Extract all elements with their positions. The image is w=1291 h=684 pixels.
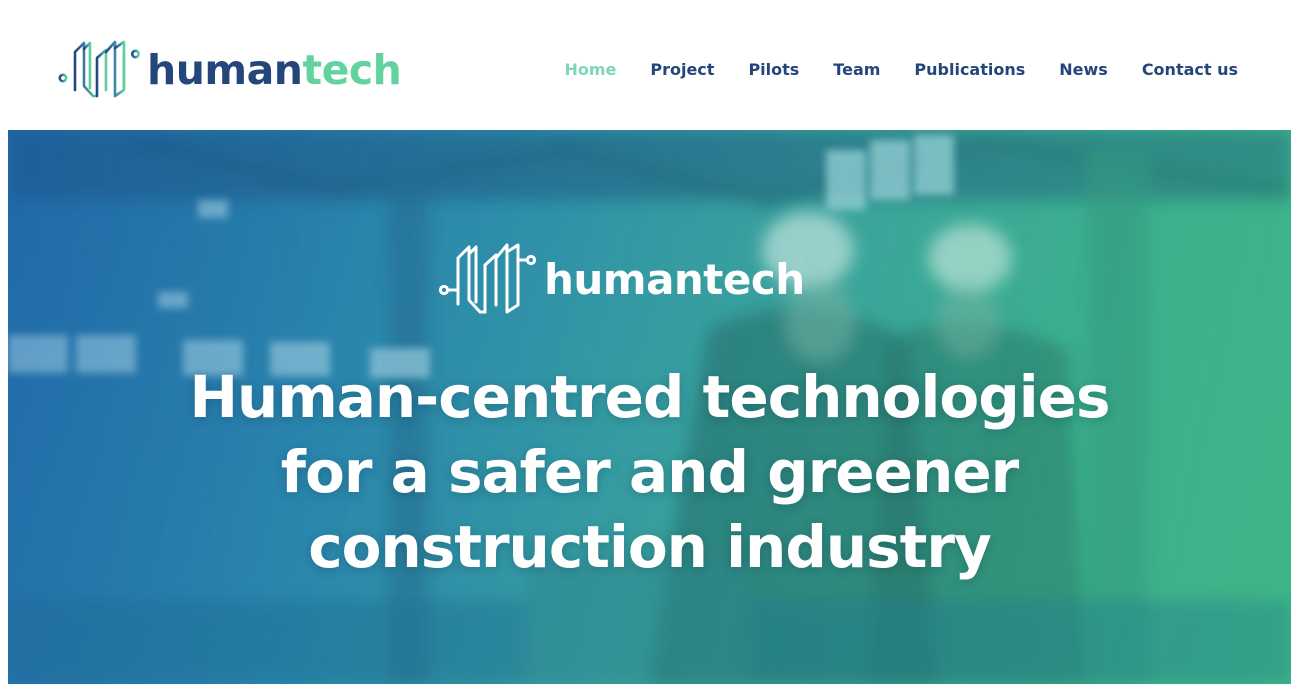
nav-item-home[interactable]: Home [564, 58, 616, 82]
hero-headline: Human-centred technologies for a safer a… [8, 360, 1291, 585]
humantech-circuit-logo-icon [58, 40, 141, 98]
brand-wordmark-part-2: tech [302, 45, 402, 94]
humantech-circuit-logo-icon [438, 243, 537, 314]
hero-logo: humantech [438, 240, 805, 320]
site-header: humantech Home Project Pilots Team Publi… [0, 0, 1291, 130]
hero-logo-wordmark: humantech [544, 255, 805, 304]
hero-headline-line-1: Human-centred technologies [189, 363, 1110, 431]
nav-item-news[interactable]: News [1059, 58, 1108, 82]
brand-wordmark-part-1: human [147, 45, 303, 94]
nav-item-team[interactable]: Team [833, 58, 880, 82]
nav-item-contact-us[interactable]: Contact us [1142, 58, 1238, 82]
nav-item-pilots[interactable]: Pilots [748, 58, 799, 82]
hero-headline-line-2: for a safer and greener [280, 438, 1019, 506]
nav-item-publications[interactable]: Publications [914, 58, 1025, 82]
brand-wordmark: humantech [147, 49, 402, 91]
hero-headline-line-3: construction industry [308, 513, 992, 581]
brand-logo-link[interactable]: humantech [58, 38, 402, 102]
nav-item-project[interactable]: Project [650, 58, 714, 82]
page: humantech Home Project Pilots Team Publi… [0, 0, 1291, 684]
hero-banner: humantech Human-centred technologies for… [8, 130, 1291, 684]
main-nav: Home Project Pilots Team Publications Ne… [564, 58, 1238, 82]
